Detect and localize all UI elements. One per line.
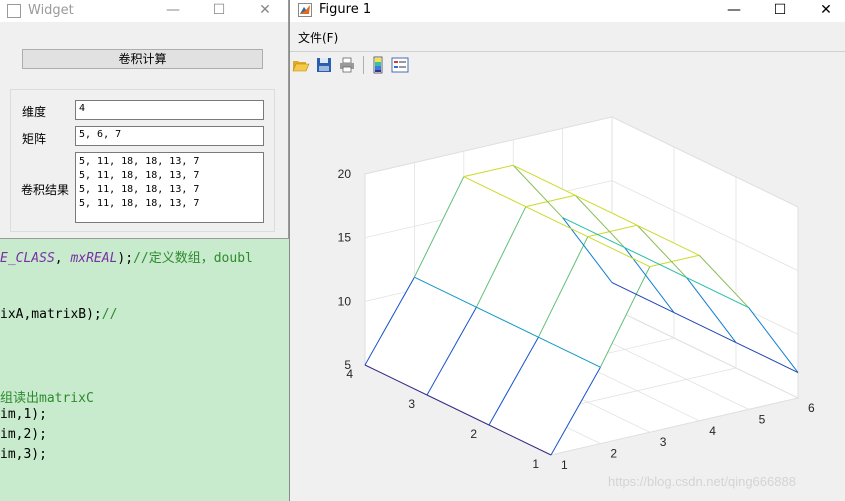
y-tick-label: 3 <box>408 397 415 411</box>
code-comment-1: //定义数组，doubl <box>133 251 253 266</box>
result-line: 5, 11, 18, 18, 13, 7 <box>79 156 200 167</box>
x-tick-label: 4 <box>709 424 716 438</box>
code-line-3: 组读出matrixC <box>0 391 94 406</box>
code-line-2: ixA,matrixB);// <box>0 307 117 322</box>
code-text-2: ixA,matrixB); <box>0 307 102 322</box>
widget-window: Widget — ☐ ✕ 卷积计算 维度 4 矩阵 5, 6, 7 卷积结果 5… <box>0 0 289 239</box>
widget-titlebar[interactable]: Widget — ☐ ✕ <box>0 0 288 22</box>
x-tick-label: 3 <box>660 435 667 449</box>
x-tick-label: 5 <box>759 412 766 426</box>
watermark: https://blog.csdn.net/qing666888 <box>608 474 796 489</box>
code-token-paren: ); <box>117 251 134 266</box>
result-line: 5, 11, 18, 18, 13, 7 <box>79 184 200 195</box>
z-tick-label: 20 <box>338 167 352 181</box>
result-line: 5, 11, 18, 18, 13, 7 <box>79 170 200 181</box>
code-line-4: im,1); <box>0 407 47 422</box>
code-token-comma: , <box>54 251 71 266</box>
maximize-button[interactable]: ☐ <box>196 0 242 22</box>
matrix-field[interactable]: 5, 6, 7 <box>75 126 264 146</box>
code-line-5: im,2); <box>0 427 47 442</box>
convolution-calc-button[interactable]: 卷积计算 <box>22 49 263 69</box>
z-tick-label: 15 <box>338 231 352 245</box>
minimize-button[interactable]: — <box>150 0 196 22</box>
x-tick-label: 1 <box>561 458 568 472</box>
code-line-1: E_CLASS, mxREAL);//定义数组，doubl <box>0 247 253 266</box>
surface-plot[interactable]: 51015201234123456 <box>290 0 845 501</box>
result-line: 5, 11, 18, 18, 13, 7 <box>79 198 200 209</box>
close-button[interactable]: ✕ <box>242 0 288 22</box>
code-comment-2: // <box>101 307 118 322</box>
code-line-6: im,3); <box>0 447 47 462</box>
result-textarea[interactable]: 5, 11, 18, 18, 13, 7 5, 11, 18, 18, 13, … <box>75 152 264 223</box>
widget-title: Widget <box>28 3 74 18</box>
code-token-class: E_CLASS <box>0 251 55 266</box>
x-tick-label: 2 <box>610 447 617 461</box>
y-tick-label: 4 <box>346 367 353 381</box>
figure-window: Figure 1 — ☐ ✕ 文件(F) 5 10 15 20 1 2 3 4 … <box>289 0 845 501</box>
dim-field[interactable]: 4 <box>75 100 264 120</box>
code-token-mxreal: mxREAL <box>70 251 118 266</box>
y-tick-label: 1 <box>532 457 539 471</box>
app-icon <box>7 4 21 18</box>
x-tick-label: 6 <box>808 401 815 415</box>
z-tick-label: 10 <box>338 294 352 308</box>
matrix-label: 矩阵 <box>22 132 47 146</box>
dim-label: 维度 <box>22 105 47 119</box>
y-tick-label: 2 <box>470 427 477 441</box>
result-label: 卷积结果 <box>21 183 70 197</box>
